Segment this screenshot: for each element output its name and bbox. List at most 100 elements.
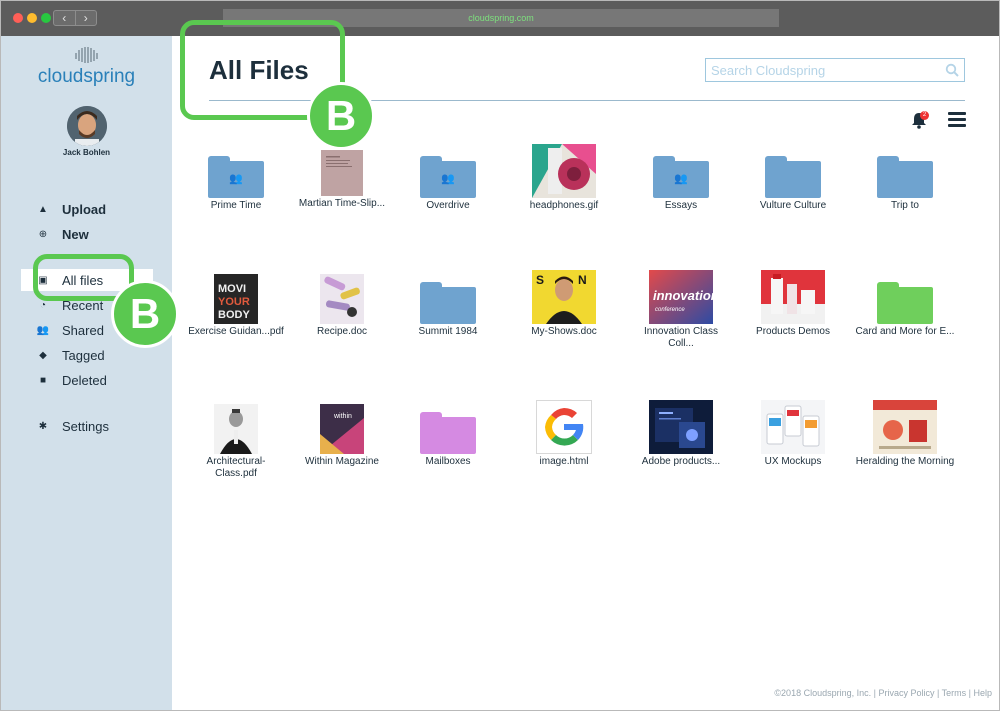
notification-badge: 2 xyxy=(920,111,929,120)
folder-icon xyxy=(877,282,933,324)
clock-icon: ◔ xyxy=(39,299,47,311)
trash-icon: ■ xyxy=(39,374,47,386)
user-name: Jack Bohlen xyxy=(62,148,111,157)
svg-text:N: N xyxy=(578,273,587,287)
sidebar-item-new[interactable]: ⊕ New xyxy=(21,223,153,245)
file-tile-trip-to[interactable]: Trip to xyxy=(855,156,955,212)
file-name: Adobe products... xyxy=(641,456,721,467)
file-tile-headphones[interactable]: headphones.gif xyxy=(514,144,614,212)
file-tile-architectural-class[interactable]: Architectural-Class.pdf xyxy=(186,404,286,480)
file-tile-heralding-the-morning[interactable]: Heralding the Morning xyxy=(855,400,955,468)
shared-folder-icon: 👥 xyxy=(208,156,264,198)
search-input[interactable]: Search Cloudspring xyxy=(705,58,965,82)
browser-nav-buttons: ‹ › xyxy=(53,10,97,26)
shared-folder-icon: 👥 xyxy=(653,156,709,198)
file-name: Summit 1984 xyxy=(418,326,478,337)
search-icon[interactable] xyxy=(945,63,959,77)
brand-name: cloudspring xyxy=(37,66,136,87)
file-tile-products-demos[interactable]: Products Demos xyxy=(743,270,843,338)
file-tile-card-and-more[interactable]: Card and More for E... xyxy=(855,282,955,338)
file-tile-recipe[interactable]: Recipe.doc xyxy=(292,274,392,338)
magazine-image-thumbnail: within xyxy=(320,404,364,454)
back-arrow-icon[interactable]: ‹ xyxy=(54,11,76,25)
file-name: Prime Time xyxy=(210,200,262,211)
sidebar-item-settings[interactable]: ✱ Settings xyxy=(21,415,153,437)
close-window-button[interactable] xyxy=(13,13,23,23)
file-name: headphones.gif xyxy=(529,200,599,211)
file-name: Essays xyxy=(664,200,698,211)
file-name: Products Demos xyxy=(756,326,830,337)
products-image-thumbnail xyxy=(761,270,825,324)
hamburger-line xyxy=(948,124,966,127)
svg-text:MOVI: MOVI xyxy=(218,283,246,295)
file-name: Vulture Culture xyxy=(759,200,827,211)
sidebar-item-deleted[interactable]: ■ Deleted xyxy=(21,369,153,391)
file-name: UX Mockups xyxy=(764,456,822,467)
svg-text:YOUR: YOUR xyxy=(218,296,250,308)
footer-links[interactable]: ©2018 Cloudspring, Inc. | Privacy Policy… xyxy=(692,688,992,698)
folder-icon xyxy=(765,156,821,198)
file-name: image.html xyxy=(539,456,589,467)
file-tile-prime-time[interactable]: 👥 Prime Time xyxy=(186,156,286,212)
folder-icon xyxy=(420,412,476,454)
sidebar-item-label: Deleted xyxy=(62,372,107,388)
ux-mockups-image-thumbnail xyxy=(761,400,825,454)
upload-arrow-icon: ▲ xyxy=(38,203,48,215)
document-thumbnail-icon xyxy=(321,150,363,196)
notifications-button[interactable]: 2 xyxy=(911,111,931,131)
file-tile-essays[interactable]: 👥 Essays xyxy=(631,156,731,212)
file-name: Recipe.doc xyxy=(316,326,368,337)
file-name: Exercise Guidan...pdf xyxy=(188,326,284,337)
plus-circle-icon: ⊕ xyxy=(38,228,48,240)
cloudspring-logo-icon xyxy=(75,47,98,63)
svg-text:BODY: BODY xyxy=(218,309,250,321)
hamburger-line xyxy=(948,118,966,121)
file-tile-martian-time-slip[interactable]: Martian Time-Slip... xyxy=(292,150,392,210)
file-name: Within Magazine xyxy=(305,456,379,467)
people-icon: 👥 xyxy=(36,324,50,336)
minimize-window-button[interactable] xyxy=(27,13,37,23)
user-avatar[interactable] xyxy=(67,106,107,146)
file-name: Trip to xyxy=(891,200,919,211)
file-name: Card and More for E... xyxy=(855,326,955,337)
hamburger-line xyxy=(948,112,966,115)
sidebar-item-label: New xyxy=(62,226,89,242)
file-name: Mailboxes xyxy=(425,456,471,467)
file-tile-within-magazine[interactable]: within Within Magazine xyxy=(292,404,392,468)
adobe-image-thumbnail xyxy=(649,400,713,454)
file-tile-innovation-class[interactable]: innovation conference Innovation Class Co… xyxy=(631,270,731,350)
file-tile-ux-mockups[interactable]: UX Mockups xyxy=(743,400,843,468)
sidebar-item-label: Tagged xyxy=(62,347,105,363)
sidebar-item-label: Shared xyxy=(62,322,104,338)
svg-text:within: within xyxy=(333,413,352,420)
file-name: Innovation Class Coll... xyxy=(644,326,718,349)
menu-button[interactable] xyxy=(948,112,966,128)
shared-folder-icon: 👥 xyxy=(420,156,476,198)
file-tile-vulture-culture[interactable]: Vulture Culture xyxy=(743,156,843,212)
search-placeholder: Search Cloudspring xyxy=(711,62,826,78)
file-tile-overdrive[interactable]: 👥 Overdrive xyxy=(398,156,498,212)
avatar-portrait-icon xyxy=(67,106,107,146)
file-name: Overdrive xyxy=(426,200,470,211)
svg-text:S: S xyxy=(536,273,544,287)
sidebar-item-tagged[interactable]: ◆ Tagged xyxy=(21,344,153,366)
sidebar: cloudspring Jack Bohlen ▲ Upload ⊕ New ▣… xyxy=(1,36,172,710)
pdf-thumbnail: MOVI YOUR BODY xyxy=(214,274,258,324)
headphones-image-thumbnail xyxy=(532,144,596,198)
sidebar-item-upload[interactable]: ▲ Upload xyxy=(21,198,153,220)
file-name: Martian Time-Slip... xyxy=(298,198,386,209)
file-name: Architectural-Class.pdf xyxy=(206,456,266,479)
file-name: Heralding the Morning xyxy=(855,456,955,467)
file-tile-my-shows[interactable]: SN My-Shows.doc xyxy=(514,270,614,338)
forward-arrow-icon[interactable]: › xyxy=(76,11,97,25)
annotation-marker-all-files: B xyxy=(111,280,179,348)
maximize-window-button[interactable] xyxy=(41,13,51,23)
file-tile-mailboxes[interactable]: Mailboxes xyxy=(398,412,498,468)
file-tile-adobe-products[interactable]: Adobe products... xyxy=(631,400,731,468)
file-tile-summit-1984[interactable]: Summit 1984 xyxy=(398,282,498,338)
folder-icon xyxy=(420,282,476,324)
file-tile-image-html[interactable]: image.html xyxy=(514,400,614,468)
file-tile-exercise-guidance[interactable]: MOVI YOUR BODY Exercise Guidan...pdf xyxy=(186,274,286,338)
browser-titlebar: ‹ › cloudspring.com xyxy=(1,1,999,36)
google-logo-icon xyxy=(536,400,592,454)
